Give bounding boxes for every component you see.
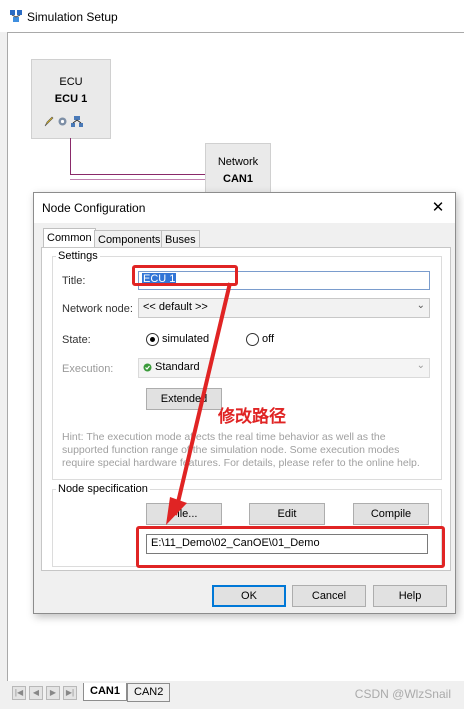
first-tab-button[interactable]: |◀ (12, 686, 26, 700)
radio-off-label: off (262, 333, 275, 345)
annotation-text: 修改路径 (218, 407, 286, 427)
help-button[interactable]: Help (373, 585, 447, 607)
settings-group-label: Settings (56, 250, 100, 262)
settings-icon[interactable] (57, 116, 68, 130)
last-tab-button[interactable]: ▶| (63, 686, 77, 700)
edit-button[interactable]: Edit (249, 503, 325, 525)
prev-tab-button[interactable]: ◀ (29, 686, 43, 700)
close-icon[interactable]: ✕ (427, 197, 449, 219)
check-icon (143, 363, 152, 375)
ecu-node[interactable]: ECU ECU 1 (31, 59, 111, 139)
network-node-label: Network node: (62, 303, 133, 315)
sheet-tab-can1[interactable]: CAN1 (83, 683, 127, 701)
network-node[interactable]: Network CAN1 (205, 143, 271, 195)
chevron-down-icon: ⌄ (416, 360, 425, 371)
pencil-icon[interactable] (44, 116, 54, 130)
watermark: CSDN @WlzSnail (354, 687, 451, 701)
next-tab-button[interactable]: ▶ (46, 686, 60, 700)
ecu-node-type: ECU (59, 76, 83, 88)
sheet-tab-can2[interactable]: CAN2 (127, 683, 171, 702)
network-node-name: CAN1 (223, 173, 253, 185)
window-title: Simulation Setup (27, 10, 118, 24)
ok-button[interactable]: OK (212, 585, 286, 607)
state-label: State: (62, 334, 91, 346)
bus-wire (70, 179, 206, 180)
dialog-title-bar: Node Configuration ✕ (34, 193, 455, 223)
compile-button[interactable]: Compile (353, 503, 429, 525)
dialog-title: Node Configuration (42, 201, 146, 215)
ecu-node-name: ECU 1 (54, 93, 88, 105)
bus-wire (70, 138, 71, 174)
radio-simulated[interactable] (146, 333, 159, 346)
title-label: Title: (62, 275, 86, 287)
chevron-down-icon: ⌄ (416, 300, 425, 311)
network-node-type: Network (217, 156, 259, 168)
execution-label: Execution: (62, 363, 114, 375)
window-title-bar: Simulation Setup (0, 0, 464, 32)
network-config-icon[interactable] (71, 116, 83, 130)
node-spec-group-label: Node specification (56, 483, 150, 495)
cancel-button[interactable]: Cancel (292, 585, 366, 607)
simulation-setup-icon (9, 9, 23, 23)
bus-wire (70, 174, 206, 175)
